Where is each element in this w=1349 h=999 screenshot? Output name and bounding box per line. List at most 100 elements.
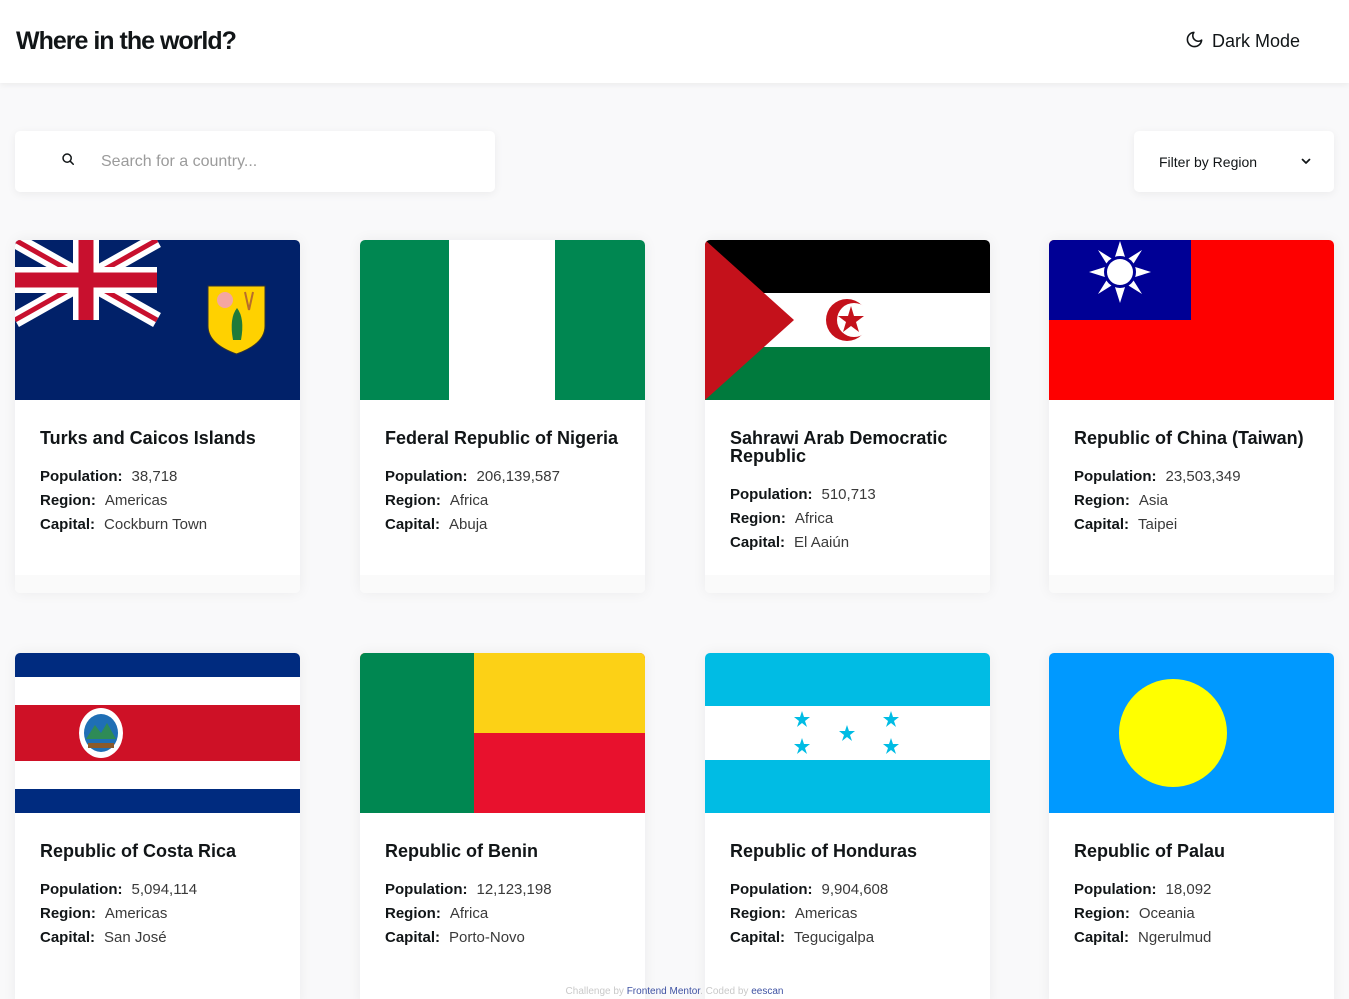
capital-row: Capital: El Aaiún [730,531,965,555]
capital-row: Capital: Cockburn Town [40,513,275,537]
country-name: Sahrawi Arab Democratic Republic [730,428,948,466]
region-label: Region: [1074,492,1130,509]
capital-value: Porto-Novo [449,929,525,946]
card-footer [705,575,990,593]
country-name: Republic of Costa Rica [40,841,237,861]
region-row: Region: Americas [730,902,965,926]
capital-label: Capital: [40,516,96,533]
capital-value: San José [104,929,167,946]
country-card[interactable]: Turks and Caicos Islands Population: 38,7… [15,240,300,593]
country-card[interactable]: Sahrawi Arab Democratic Republic Populat… [705,240,990,593]
region-row: Region: Africa [385,902,620,926]
population-row: Population: 23,503,349 [1074,465,1309,489]
population-row: Population: 5,094,114 [40,878,275,902]
frontend-mentor-link[interactable]: Frontend Mentor [627,986,700,997]
region-value: Africa [449,492,489,509]
search-icon [61,152,75,171]
country-name: Republic of China (Taiwan) [1074,428,1304,448]
capital-row: Capital: Tegucigalpa [730,926,965,950]
country-card[interactable]: Republic of China (Taiwan) Population: 23… [1049,240,1334,593]
nigeria-flag [360,240,645,400]
capital-value: Abuja [449,516,488,533]
population-label: Population: [385,881,468,898]
capital-row: Capital: Porto-Novo [385,926,620,950]
country-card[interactable]: Republic of Costa Rica Population: 5,094,… [15,653,300,999]
card-footer [360,575,645,593]
region-filter-dropdown[interactable]: Filter by Region [1134,131,1334,192]
population-label: Population: [385,468,468,485]
region-row: Region: Americas [40,489,275,513]
capital-label: Capital: [730,534,786,551]
costa-rica-flag [15,653,300,813]
country-name: Republic of Honduras [730,841,918,861]
country-name: Republic of Palau [1074,841,1226,861]
capital-label: Capital: [385,516,441,533]
capital-value: El Aaiún [794,534,850,551]
population-row: Population: 18,092 [1074,878,1309,902]
card-footer [15,575,300,593]
region-value: Americas [104,492,168,509]
region-value: Americas [104,905,168,922]
region-row: Region: Asia [1074,489,1309,513]
app-title: Where in the world? [16,27,237,55]
country-card[interactable]: Republic of Benin Population: 12,123,198 … [360,653,645,999]
capital-label: Capital: [1074,516,1130,533]
author-link[interactable]: eescan [751,986,783,997]
region-label: Region: [1074,905,1130,922]
region-row: Region: Oceania [1074,902,1309,926]
population-row: Population: 9,904,608 [730,878,965,902]
search-box[interactable] [15,131,495,192]
population-label: Population: [730,881,813,898]
moon-icon [1185,30,1204,54]
region-label: Region: [40,905,96,922]
attribution-prefix: Challenge by [565,986,624,997]
population-value: 38,718 [131,468,178,485]
region-row: Region: Americas [40,902,275,926]
chevron-down-icon [1300,154,1312,170]
country-card[interactable]: Federal Republic of Nigeria Population: 2… [360,240,645,593]
population-row: Population: 38,718 [40,465,275,489]
population-row: Population: 12,123,198 [385,878,620,902]
attribution-middle: . Coded by [700,986,749,997]
region-label: Region: [730,905,786,922]
capital-value: Taipei [1138,516,1178,533]
population-label: Population: [730,486,813,503]
region-row: Region: Africa [385,489,620,513]
region-value: Oceania [1138,905,1195,922]
capital-row: Capital: San José [40,926,275,950]
population-row: Population: 510,713 [730,483,965,507]
attribution: Challenge by Frontend Mentor. Coded by e… [0,986,1349,997]
population-value: 510,713 [821,486,876,503]
country-card[interactable]: Republic of Honduras Population: 9,904,60… [705,653,990,999]
population-value: 9,904,608 [821,881,889,898]
capital-label: Capital: [1074,929,1130,946]
turks-caicos-flag [15,240,300,400]
region-label: Region: [40,492,96,509]
region-value: Africa [794,510,834,527]
region-value: Asia [1138,492,1169,509]
country-name: Republic of Benin [385,841,538,861]
card-footer [1049,575,1334,593]
capital-label: Capital: [385,929,441,946]
population-value: 206,139,587 [476,468,560,485]
capital-value: Tegucigalpa [794,929,875,946]
population-value: 12,123,198 [476,881,552,898]
site-header: Where in the world? Dark Mode [0,0,1349,83]
population-label: Population: [1074,881,1157,898]
country-card[interactable]: Republic of Palau Population: 18,092 Regi… [1049,653,1334,999]
country-name: Turks and Caicos Islands [40,428,256,448]
country-name: Federal Republic of Nigeria [385,428,619,448]
region-label: Region: [385,905,441,922]
population-row: Population: 206,139,587 [385,465,620,489]
population-label: Population: [40,881,123,898]
region-row: Region: Africa [730,507,965,531]
search-input[interactable] [101,152,481,171]
taiwan-flag [1049,240,1334,400]
capital-value: Ngerulmud [1138,929,1212,946]
region-filter-label: Filter by Region [1159,153,1258,170]
benin-flag [360,653,645,813]
dark-mode-toggle[interactable]: Dark Mode [1185,30,1300,54]
region-label: Region: [730,510,786,527]
population-value: 23,503,349 [1165,468,1241,485]
honduras-flag [705,653,990,813]
